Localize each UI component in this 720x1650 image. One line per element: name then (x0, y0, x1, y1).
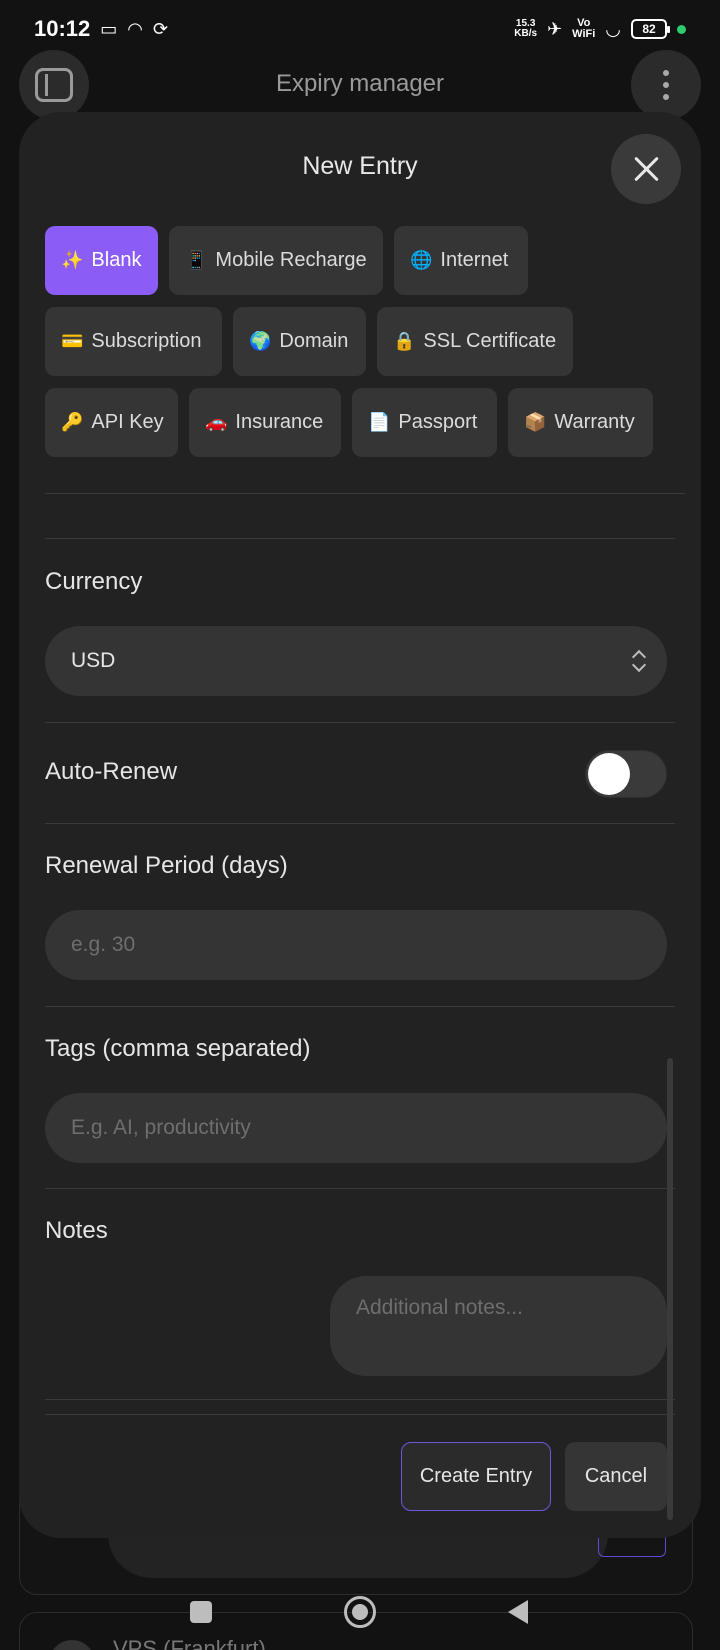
template-internet[interactable]: 🌐 Internet (394, 226, 528, 295)
chevron-up-down-icon (631, 648, 645, 674)
currency-label: Currency (45, 568, 143, 595)
video-call-icon: ▭ (100, 19, 118, 39)
mobile-phone-icon: 📱 (185, 250, 208, 270)
key-icon: 🔑 (61, 412, 84, 432)
tags-input[interactable]: E.g. AI, productivity (45, 1093, 667, 1163)
tags-placeholder: E.g. AI, productivity (71, 1116, 251, 1139)
template-ssl-certificate[interactable]: 🔒 SSL Certificate (377, 307, 573, 376)
notes-placeholder: Additional notes... (356, 1296, 523, 1319)
template-api-key[interactable]: 🔑 API Key (45, 388, 178, 457)
sync-icon: ⟳ (153, 19, 169, 39)
battery-indicator: 82 (631, 19, 670, 39)
template-warranty[interactable]: 📦 Warranty (508, 388, 653, 457)
template-row-2: 💳 Subscription 🌍 Domain 🔒 SSL Certificat… (45, 307, 573, 376)
template-row-3: 🔑 API Key 🚗 Insurance 📄 Passport 📦 Warra… (45, 388, 653, 457)
divider (45, 1188, 675, 1189)
divider (45, 538, 675, 539)
app-bar: Expiry manager (0, 50, 720, 120)
credit-card-icon: 💳 (61, 331, 84, 351)
home-button[interactable] (344, 1596, 376, 1628)
close-button[interactable] (611, 134, 681, 204)
template-subscription[interactable]: 💳 Subscription (45, 307, 222, 376)
more-options-button[interactable] (631, 50, 701, 120)
renewal-period-label: Renewal Period (days) (45, 852, 288, 879)
divider (45, 493, 685, 494)
network-speed: 15.3 KB/s (514, 18, 538, 39)
new-entry-sheet: New Entry ✨ Blank 📱 Mobile Recharge 🌐 In… (19, 112, 701, 1538)
privacy-dot-icon (677, 24, 686, 34)
wifi-signal-icon: ◡ (605, 19, 621, 39)
close-icon (633, 156, 659, 182)
recent-apps-button[interactable] (190, 1601, 212, 1623)
sheet-scrollbar[interactable] (667, 1058, 673, 1520)
auto-renew-label: Auto-Renew (45, 758, 178, 785)
car-icon: 🚗 (205, 412, 228, 432)
kebab-menu-icon (663, 70, 669, 100)
toggle-knob (588, 753, 630, 795)
package-icon: 📦 (524, 412, 547, 432)
divider (45, 722, 675, 723)
document-icon: 📄 (368, 412, 391, 432)
app-title: Expiry manager (275, 70, 445, 97)
status-time: 10:12 (34, 16, 91, 41)
divider (45, 1399, 675, 1400)
sparkles-icon: ✨ (61, 250, 84, 270)
cancel-button[interactable]: Cancel (565, 1442, 667, 1511)
template-domain[interactable]: 🌍 Domain (233, 307, 366, 376)
notes-label: Notes (45, 1217, 108, 1244)
tags-label: Tags (comma separated) (45, 1035, 311, 1062)
lock-icon: 🔒 (393, 331, 416, 351)
notes-textarea[interactable]: Additional notes... (330, 1276, 667, 1376)
divider (45, 1414, 675, 1415)
airplane-icon: ✈ (547, 19, 563, 39)
template-passport[interactable]: 📄 Passport (352, 388, 497, 457)
earth-globe-icon: 🌍 (249, 331, 272, 351)
currency-select[interactable]: USD (45, 626, 667, 696)
background-item-title: VPS (Frankfurt) (113, 1636, 266, 1650)
vowifi-indicator: Vo WiFi (572, 17, 596, 40)
template-insurance[interactable]: 🚗 Insurance (189, 388, 341, 457)
globe-icon: 🌐 (410, 250, 433, 270)
back-button[interactable] (508, 1600, 528, 1624)
template-row-1: ✨ Blank 📱 Mobile Recharge 🌐 Internet (45, 226, 528, 295)
divider (45, 823, 675, 824)
auto-renew-toggle[interactable] (585, 750, 667, 798)
wifi-icon: ◠ (127, 19, 144, 39)
create-entry-button[interactable]: Create Entry (401, 1442, 551, 1511)
currency-value: USD (71, 649, 116, 672)
template-blank[interactable]: ✨ Blank (45, 226, 158, 295)
renewal-period-input[interactable]: e.g. 30 (45, 910, 667, 980)
sheet-title: New Entry (302, 152, 418, 180)
renewal-period-placeholder: e.g. 30 (71, 933, 136, 956)
template-mobile-recharge[interactable]: 📱 Mobile Recharge (169, 226, 383, 295)
divider (45, 1006, 675, 1007)
